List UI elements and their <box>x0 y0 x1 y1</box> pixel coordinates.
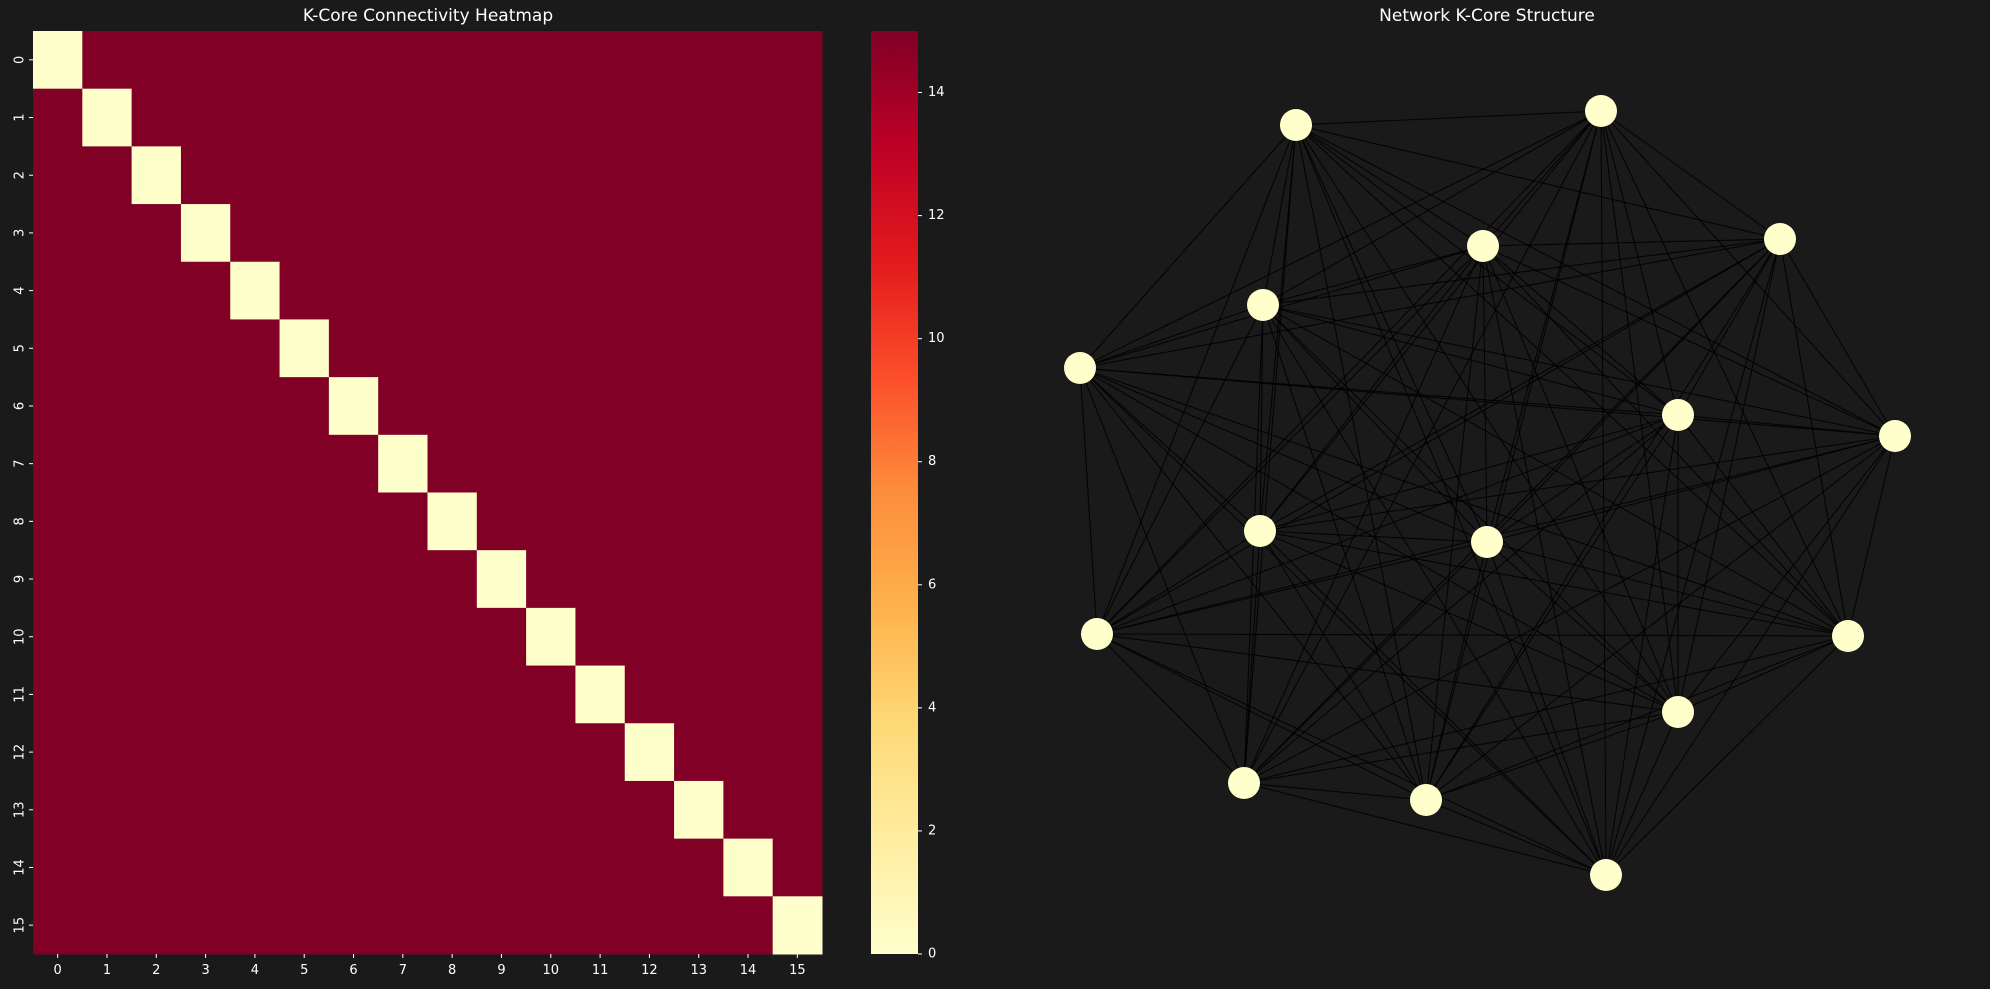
network-edge <box>1425 238 1781 801</box>
network-edge <box>1295 124 1488 543</box>
network-edge <box>1425 414 1679 801</box>
network-node <box>1247 289 1279 321</box>
network-edge <box>1779 238 1849 637</box>
network-edge <box>1262 238 1781 306</box>
network-edge <box>1425 541 1488 801</box>
network-edge <box>1243 435 1896 784</box>
network-node <box>1764 223 1796 255</box>
network-edge <box>1079 110 1602 369</box>
network-edge <box>1425 799 1607 876</box>
network-edge <box>1079 367 1261 532</box>
network-node <box>1280 109 1312 141</box>
network-edge <box>1079 367 1245 784</box>
network-edge <box>1677 414 1849 637</box>
network-edge <box>1096 110 1602 635</box>
network-edge <box>1259 530 1607 876</box>
network-edge <box>1425 435 1896 801</box>
network-edge <box>1096 304 1264 635</box>
network-node <box>1064 352 1096 384</box>
network-edge <box>1677 238 1781 713</box>
network-edge <box>1677 414 1896 437</box>
network-edge <box>1096 541 1488 635</box>
network-edge <box>1605 435 1896 876</box>
network-edge <box>1096 633 1849 637</box>
network-edge <box>1605 711 1679 876</box>
network-edge <box>1243 541 1488 784</box>
network-edge <box>1600 110 1849 637</box>
network-edge <box>1079 367 1098 635</box>
network-node <box>1471 526 1503 558</box>
network-node <box>1585 95 1617 127</box>
network-edge <box>1096 633 1245 784</box>
network-edge <box>1259 530 1427 801</box>
network-edge <box>1096 124 1297 635</box>
network-chart <box>1064 95 1911 891</box>
network-edge <box>1079 238 1781 369</box>
network-edge <box>1295 110 1602 126</box>
network-edge <box>1259 530 1679 713</box>
network-node <box>1244 515 1276 547</box>
network-edge <box>1600 110 1781 240</box>
network-edge <box>1262 304 1488 543</box>
network-edge <box>1243 782 1427 801</box>
network-node <box>1467 230 1499 262</box>
network-edge <box>1079 124 1297 369</box>
network-edge <box>1486 435 1896 543</box>
network-edge <box>1295 124 1679 416</box>
network-edge <box>1079 367 1607 876</box>
nodes <box>1064 95 1911 891</box>
network-edge <box>1259 124 1297 532</box>
network-edge <box>1425 245 1484 801</box>
network-edge <box>1259 110 1602 532</box>
network-edge <box>1295 124 1849 637</box>
network-node <box>1662 399 1694 431</box>
network-edge <box>1262 124 1297 306</box>
network-node <box>1228 767 1260 799</box>
network-edge <box>1259 414 1679 532</box>
network-edge <box>1259 435 1896 532</box>
network-edge <box>1605 635 1849 876</box>
network-edge <box>1605 414 1679 876</box>
network-edge <box>1600 110 1607 876</box>
network-node <box>1081 618 1113 650</box>
network-edge <box>1425 635 1849 801</box>
network-node <box>1662 696 1694 728</box>
network-edge <box>1482 245 1607 876</box>
network-edge <box>1605 238 1781 876</box>
network-edge <box>1295 124 1896 437</box>
network-edge <box>1243 635 1849 784</box>
network-edge <box>1677 635 1849 713</box>
network-edge <box>1079 367 1488 543</box>
network-edge <box>1096 633 1427 801</box>
network-edge <box>1262 110 1602 306</box>
network-edge <box>1243 238 1781 784</box>
network-edge <box>1096 633 1679 713</box>
network-edge <box>1486 541 1607 876</box>
network-node <box>1879 420 1911 452</box>
network-node <box>1590 859 1622 891</box>
network-edge <box>1096 633 1607 876</box>
network-edge <box>1262 304 1896 437</box>
network-node <box>1832 620 1864 652</box>
network-edge <box>1243 110 1602 784</box>
network-edge <box>1079 367 1679 713</box>
network-edge <box>1079 367 1427 801</box>
network-edge <box>1482 245 1849 637</box>
network-edge <box>1425 110 1602 801</box>
network-node <box>1410 784 1442 816</box>
network-edge <box>1259 530 1849 637</box>
network-edge <box>1600 110 1679 416</box>
network-edge <box>1482 245 1679 713</box>
